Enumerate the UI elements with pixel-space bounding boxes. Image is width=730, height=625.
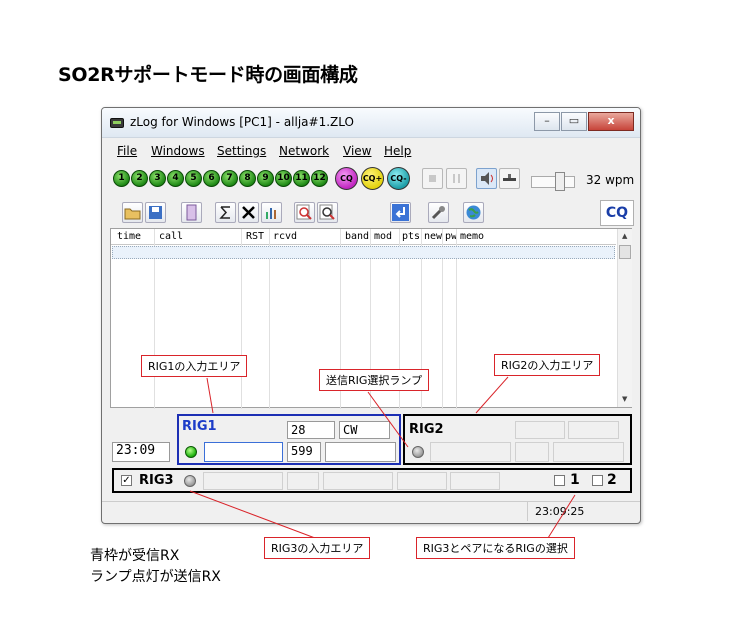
note-blue-frame: 青枠が受信RX	[90, 548, 180, 564]
leader-rig3	[189, 490, 316, 539]
callout-rig2-input: RIG2の入力エリア	[494, 354, 601, 376]
callout-rig1-input: RIG1の入力エリア	[141, 355, 248, 377]
leader-tx-lamp	[367, 391, 409, 448]
leader-rig1	[206, 377, 214, 414]
leader-rig2	[475, 376, 509, 414]
callout-leaders	[189, 376, 576, 539]
leader-rig3-pair	[547, 494, 576, 539]
callout-rig3-input: RIG3の入力エリア	[264, 537, 371, 559]
callout-rig3-pair: RIG3とペアになるRIGの選択	[416, 537, 575, 559]
callout-tx-lamp: 送信RIG選択ランプ	[319, 369, 430, 391]
note-lamp-lit: ランプ点灯が送信RX	[90, 569, 221, 585]
